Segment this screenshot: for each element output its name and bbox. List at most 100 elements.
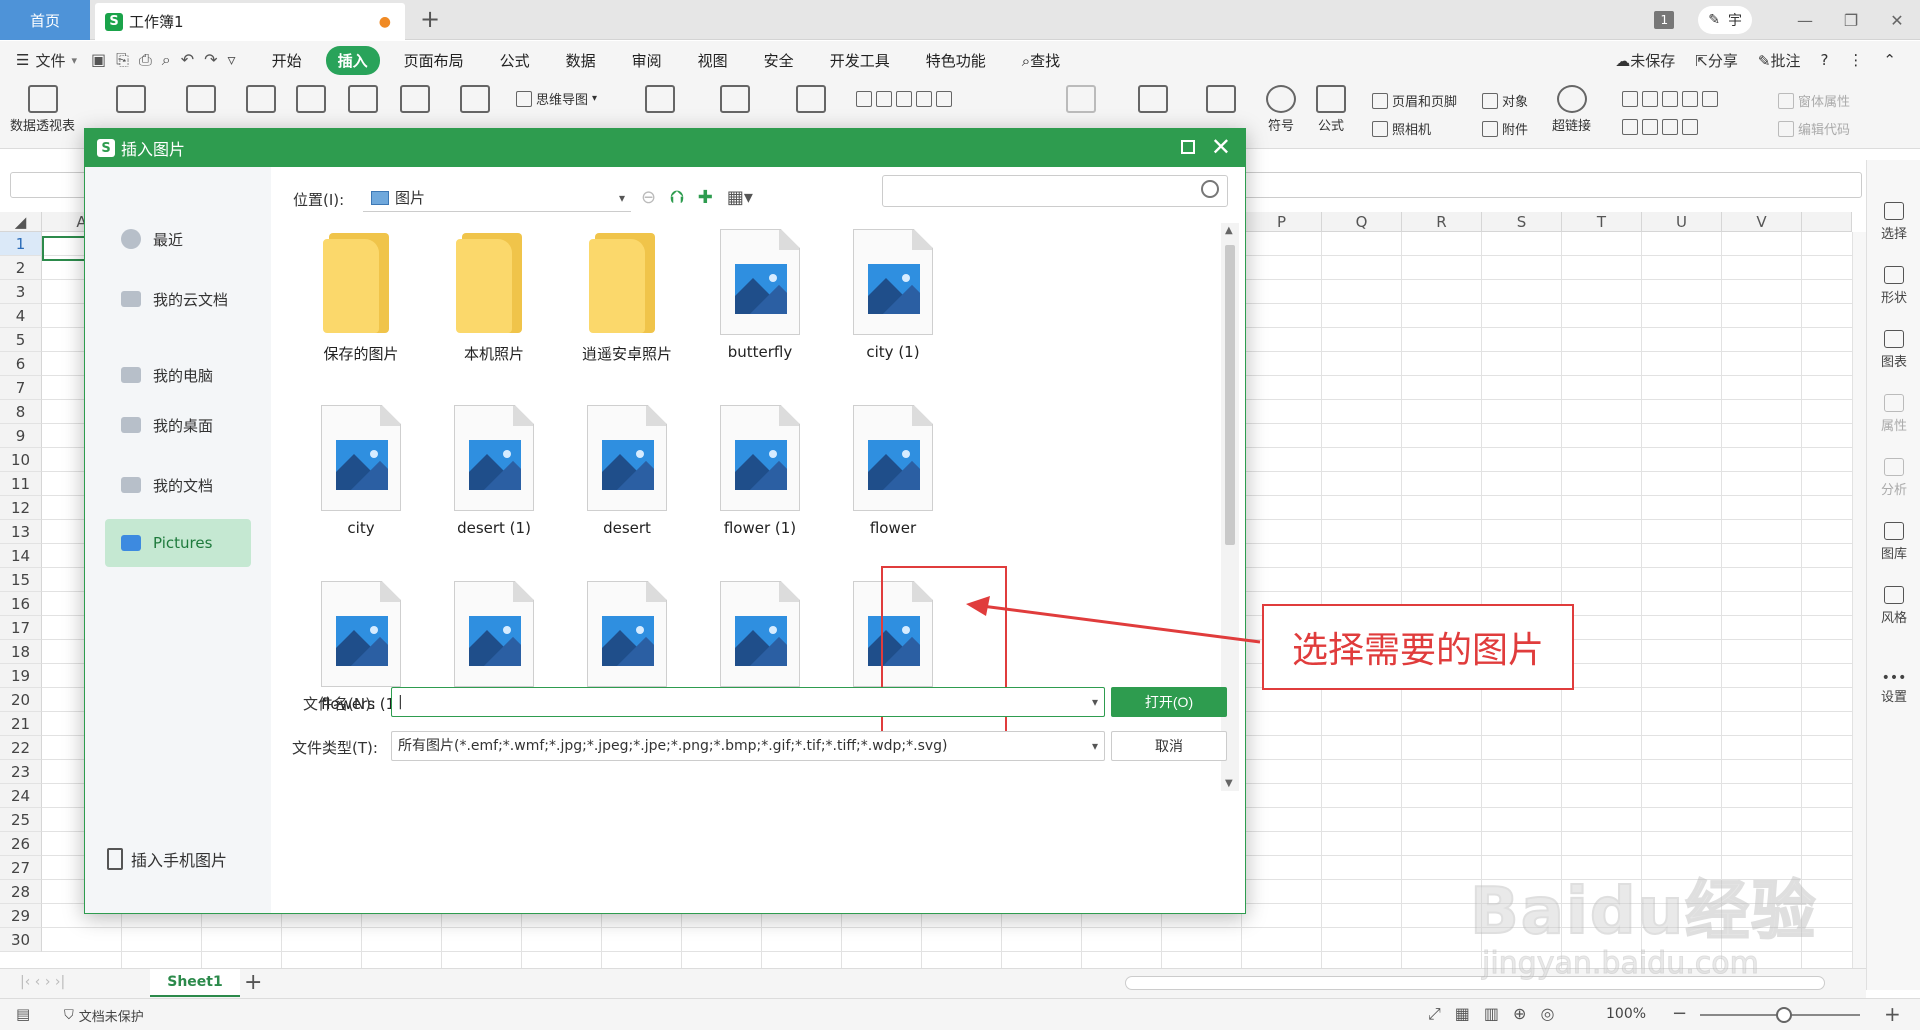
sidebar-settings[interactable]: ••• 设置 [1867, 670, 1920, 705]
new-tab-button[interactable]: + [420, 5, 440, 33]
row-header-13[interactable]: 13 [0, 520, 42, 544]
form-controls-row-2[interactable] [1622, 119, 1698, 135]
tab-review[interactable]: 审阅 [620, 46, 674, 75]
sidebar-gallery[interactable]: 图库 [1867, 522, 1920, 562]
pivot-table-button[interactable]: 数据透视表 [10, 85, 75, 134]
maximize-icon[interactable] [1181, 140, 1195, 154]
row-header-19[interactable]: 19 [0, 664, 42, 688]
sheet-nav-icon[interactable]: |‹ ‹ › ›| [20, 974, 65, 990]
row-header-12[interactable]: 12 [0, 496, 42, 520]
textbox-button[interactable] [1066, 85, 1096, 115]
view-mode-icons[interactable]: ⤢▦▥⊕◎ [1428, 1004, 1568, 1024]
image-file-item[interactable]: flower (1) [690, 405, 830, 537]
close-window-button[interactable]: ✕ [1874, 0, 1920, 40]
print-icon[interactable]: ⎙ [139, 50, 152, 70]
save-icon[interactable]: ▣ [91, 50, 106, 70]
sidebar-item-recent[interactable]: 最近 [105, 215, 251, 263]
tab-features[interactable]: 特色功能 [914, 46, 998, 75]
row-header-14[interactable]: 14 [0, 544, 42, 568]
edit-code-button[interactable]: 编辑代码 [1778, 119, 1850, 138]
row-header-23[interactable]: 23 [0, 760, 42, 784]
row-header-29[interactable]: 29 [0, 904, 42, 928]
scroll-thumb[interactable] [1225, 245, 1235, 545]
doc-protect-status[interactable]: ⛉ 文档未保护 [64, 1006, 144, 1025]
close-icon[interactable]: ✕ [1211, 133, 1231, 161]
function-chart-button[interactable] [460, 85, 490, 115]
zoom-in-button[interactable]: + [1884, 1002, 1901, 1026]
window-props-button[interactable]: 窗体属性 [1778, 91, 1850, 110]
online-chart-button[interactable] [720, 85, 750, 115]
column-header-s[interactable]: S [1482, 212, 1562, 232]
pivot-chart-button[interactable] [116, 85, 146, 115]
collapse-ribbon-icon[interactable]: ⌃ [1883, 51, 1896, 69]
row-header-4[interactable]: 4 [0, 304, 42, 328]
cancel-button[interactable]: 取消 [1111, 731, 1227, 761]
header-footer-button[interactable]: 页眉和页脚 [1372, 91, 1457, 110]
row-header-8[interactable]: 8 [0, 400, 42, 424]
symbol-button[interactable]: 符号 [1266, 85, 1296, 134]
up-folder-icon[interactable]: ⮉ [670, 187, 684, 208]
tab-formulas[interactable]: 公式 [488, 46, 542, 75]
row-header-22[interactable]: 22 [0, 736, 42, 760]
sidebar-style[interactable]: 风格 [1867, 586, 1920, 626]
sheet-status-icon[interactable]: ▤ [16, 1005, 30, 1023]
tab-developer[interactable]: 开发工具 [818, 46, 902, 75]
sidebar-item-desktop[interactable]: 我的桌面 [105, 401, 251, 449]
image-file-item[interactable]: desert [557, 405, 697, 537]
row-header-7[interactable]: 7 [0, 376, 42, 400]
more-icon[interactable]: ⋮ [1848, 51, 1863, 69]
zoom-out-button[interactable]: − [1672, 1003, 1687, 1024]
file-menu[interactable]: ☰ 文件 ▾ [16, 50, 77, 71]
file-search-input[interactable] [882, 175, 1228, 207]
column-header-p[interactable]: P [1242, 212, 1322, 232]
help-icon[interactable]: ? [1820, 51, 1828, 69]
row-header-20[interactable]: 20 [0, 688, 42, 712]
sidebar-item-cloud[interactable]: 我的云文档 [105, 275, 251, 323]
sidebar-item-documents[interactable]: 我的文档 [105, 461, 251, 509]
image-file-item[interactable]: flower [823, 405, 963, 537]
row-header-9[interactable]: 9 [0, 424, 42, 448]
filetype-select[interactable]: 所有图片(*.emf;*.wmf;*.jpg;*.jpeg;*.jpe;*.pn… [391, 731, 1105, 761]
screenshot-button[interactable] [296, 85, 326, 115]
location-dropdown[interactable]: 图片 ▾ [363, 184, 631, 212]
sheet-tab-sheet1[interactable]: Sheet1 [150, 969, 240, 997]
table-button[interactable] [186, 85, 216, 115]
equation-button[interactable]: 公式 [1316, 85, 1346, 134]
column-header-q[interactable]: Q [1322, 212, 1402, 232]
row-header-30[interactable]: 30 [0, 928, 42, 952]
sidebar-analysis[interactable]: 分析 [1867, 458, 1920, 498]
row-header-26[interactable]: 26 [0, 832, 42, 856]
print-preview-icon[interactable]: ⌕ [162, 50, 171, 70]
zoom-level[interactable]: 100% [1606, 1006, 1646, 1022]
row-header-5[interactable]: 5 [0, 328, 42, 352]
sidebar-chart[interactable]: 图表 [1867, 330, 1920, 370]
column-header-t[interactable]: T [1562, 212, 1642, 232]
row-header-15[interactable]: 15 [0, 568, 42, 592]
undo-icon[interactable]: ↶ [181, 50, 194, 70]
row-header-27[interactable]: 27 [0, 856, 42, 880]
comment-button[interactable]: ✎批注 [1758, 50, 1801, 71]
column-header-v[interactable]: V [1722, 212, 1802, 232]
image-file-item[interactable]: desert (1) [424, 405, 564, 537]
mind-map-button[interactable]: 思维导图 ▾ [516, 89, 597, 108]
row-header-18[interactable]: 18 [0, 640, 42, 664]
column-header-r[interactable]: R [1402, 212, 1482, 232]
tab-view[interactable]: 视图 [686, 46, 740, 75]
flow-chart-button[interactable] [796, 85, 826, 115]
tab-page-layout[interactable]: 页面布局 [392, 46, 476, 75]
row-header-28[interactable]: 28 [0, 880, 42, 904]
export-pdf-icon[interactable]: ⎘ [116, 50, 129, 70]
filename-input[interactable]: | ▾ [391, 687, 1105, 717]
image-file-item[interactable]: city [291, 405, 431, 537]
picture-button[interactable] [246, 85, 276, 115]
sidebar-item-computer[interactable]: 我的电脑 [105, 351, 251, 399]
sidebar-item-pictures[interactable]: Pictures [105, 519, 251, 567]
row-header-11[interactable]: 11 [0, 472, 42, 496]
redo-icon[interactable]: ↷ [204, 50, 217, 70]
tab-search[interactable]: ⌕查找 [1010, 46, 1072, 75]
all-charts-button[interactable] [645, 85, 675, 115]
customize-icon[interactable]: ▿ [228, 50, 236, 70]
sidebar-select[interactable]: 选择 [1867, 202, 1920, 242]
wordart-button[interactable] [1206, 85, 1236, 115]
folder-item[interactable]: 保存的图片 [291, 233, 431, 364]
